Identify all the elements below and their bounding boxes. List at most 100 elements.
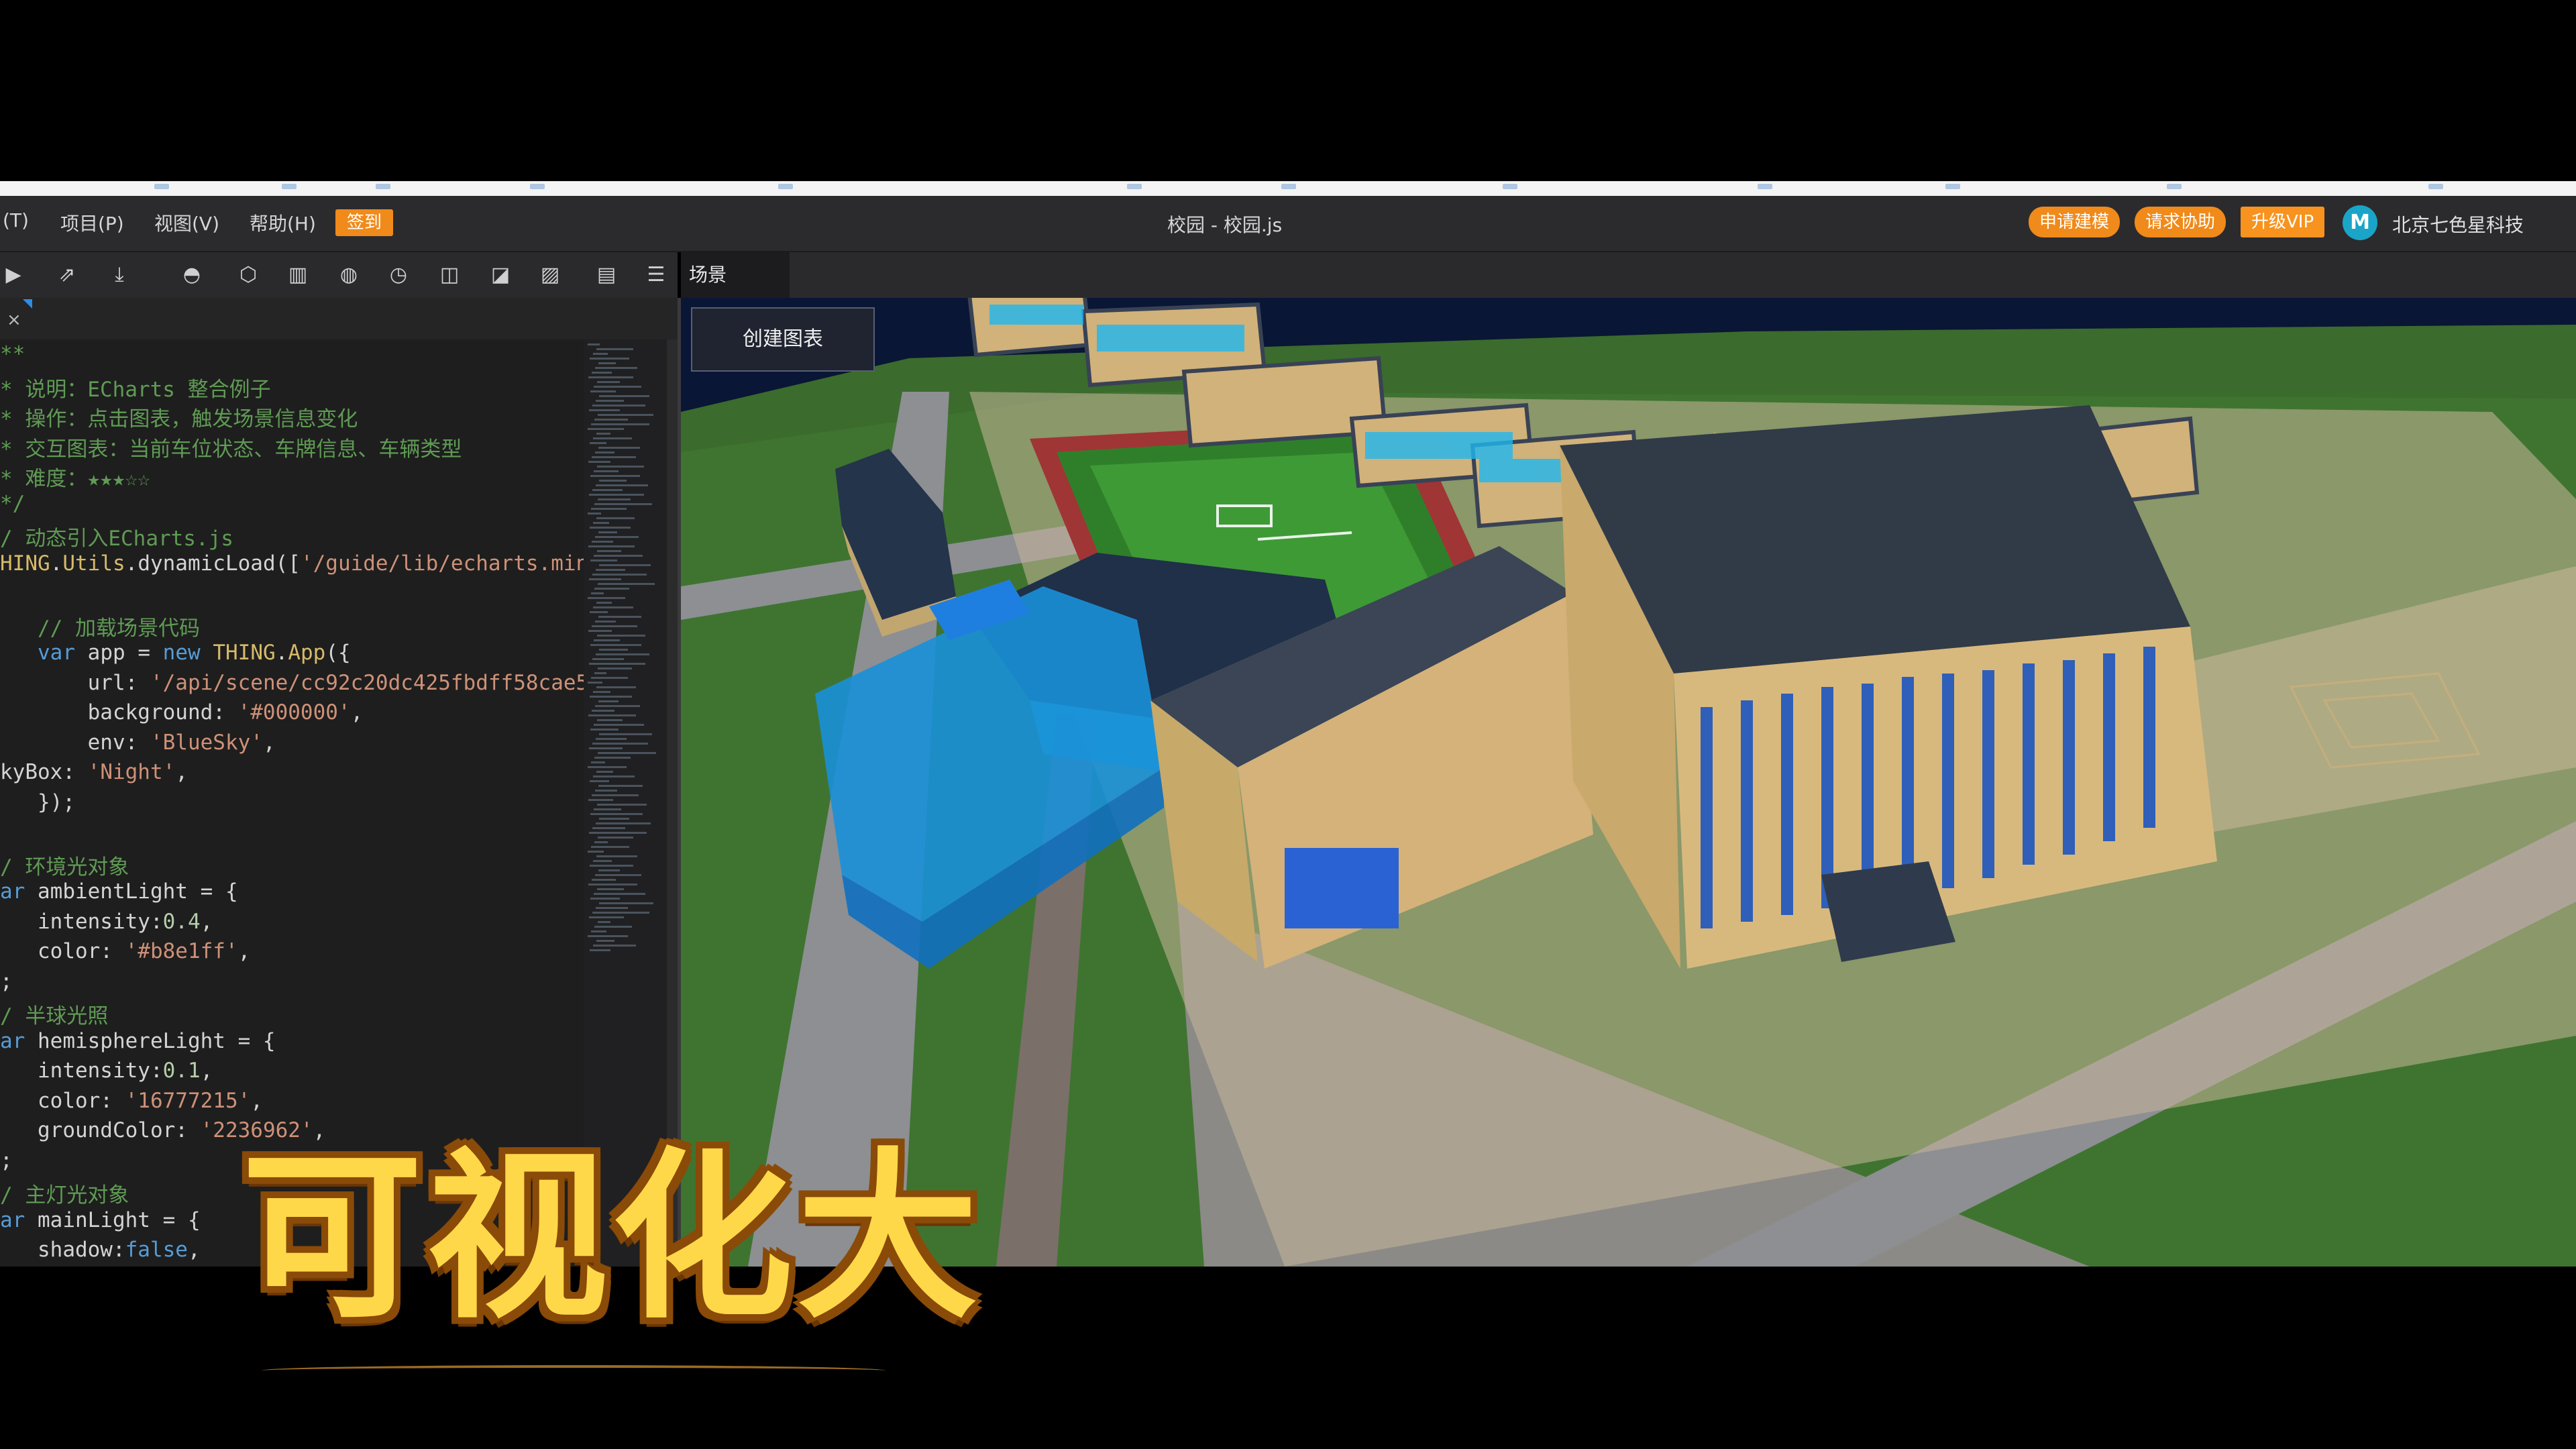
code-token: 0.4 — [162, 909, 201, 934]
minimap-line — [592, 912, 649, 914]
menu-tools[interactable]: (T) — [3, 209, 29, 231]
cube-icon[interactable]: ⬡ — [235, 262, 262, 288]
share-icon[interactable]: ⇗ — [54, 262, 80, 288]
code-token: url: — [0, 670, 150, 695]
minimap-line — [596, 907, 628, 909]
code-editor[interactable]: ** * 说明：ECharts 整合例子 * 操作：点击图表，触发场景信息变化 * 交… — [0, 339, 584, 1267]
code-minimap[interactable] — [584, 339, 667, 1267]
code-line: * 操作：点击图表，触发场景信息变化 — [0, 402, 358, 432]
code-token: , — [200, 909, 213, 934]
layout-icon[interactable]: ◫ — [436, 262, 463, 288]
code-token: , — [175, 760, 188, 784]
minimap-line — [595, 367, 637, 369]
code-line: ** — [0, 342, 25, 366]
minimap-line — [590, 729, 619, 731]
minimap-line — [596, 686, 636, 688]
code-token: / 主灯光对象 — [0, 1183, 129, 1208]
code-token: background: — [0, 700, 238, 724]
minimap-line — [591, 508, 627, 510]
scene-viewport[interactable] — [681, 298, 2576, 1267]
code-token: '/guide/lib/echarts.min — [300, 551, 584, 576]
code-token: false — [125, 1238, 188, 1262]
minimap-line — [592, 405, 645, 407]
book-icon[interactable]: ▥ — [284, 262, 311, 288]
code-token: 0.1 — [162, 1059, 201, 1083]
code-token: // 加载场景代码 — [38, 616, 200, 641]
upgrade-vip-button[interactable]: 升级VIP — [2241, 207, 2325, 237]
editor-toolbar: ▶ ⇗ ⤓ ◓ ⬡ ▥ ◍ ◷ ◫ ◪ ▨ ▤ ☰ — [0, 252, 678, 298]
minimap-line — [599, 733, 652, 735]
code-token: color: — [0, 1088, 125, 1113]
code-token: var — [38, 641, 75, 665]
close-tab-icon[interactable]: × — [7, 310, 21, 330]
code-line: background: '#000000', — [0, 700, 364, 724]
minimap-line — [589, 409, 620, 411]
document-icon[interactable]: ▤ — [593, 262, 620, 288]
minimap-line — [596, 940, 614, 942]
minimap-line — [599, 480, 627, 482]
code-line: * 难度：★★★☆☆ — [0, 462, 150, 492]
code-token: * 说明：ECharts 整合例子 — [0, 377, 271, 402]
code-token: 'Night' — [87, 760, 176, 784]
minimap-line — [592, 794, 639, 796]
minimap-line — [594, 808, 621, 810]
code-token: ar — [0, 1028, 25, 1053]
code-line: ar hemisphereLight = { — [0, 1029, 276, 1053]
minimap-line — [599, 902, 653, 904]
minimap-line — [598, 583, 655, 585]
minimap-line — [594, 926, 632, 928]
minimap-line — [590, 358, 629, 360]
code-line: var app = new THING.App({ — [0, 641, 351, 665]
run-icon[interactable]: ▶ — [0, 262, 27, 288]
code-line: shadow:false, — [0, 1238, 201, 1262]
code-token: '16777215' — [125, 1088, 251, 1113]
minimap-line — [598, 700, 619, 702]
minimap-line — [588, 799, 613, 801]
active-tab-marker — [23, 299, 32, 309]
minimap-line — [598, 414, 653, 416]
minimap-line — [594, 724, 644, 726]
hemisphere-icon[interactable]: ◓ — [178, 262, 205, 288]
window-title: 校园 - 校园.js — [1167, 214, 1283, 236]
code-token: * 操作：点击图表，触发场景信息变化 — [0, 407, 358, 431]
code-token: shadow: — [0, 1238, 125, 1262]
apply-model-button[interactable]: 申请建模 — [2029, 207, 2121, 237]
tab-scene[interactable]: 场景 — [681, 252, 790, 298]
minimap-line — [593, 522, 609, 524]
code-line: env: 'BlueSky', — [0, 731, 276, 755]
code-token: groundColor: — [0, 1118, 201, 1142]
code-token: , — [262, 730, 276, 755]
code-line: * 说明：ECharts 整合例子 — [0, 372, 271, 402]
minimap-line — [597, 466, 644, 468]
globe-icon[interactable]: ◍ — [335, 262, 362, 288]
picture-icon[interactable]: ▨ — [537, 262, 564, 288]
request-help-button[interactable]: 请求协助 — [2135, 207, 2226, 237]
minimap-line — [594, 893, 645, 895]
minimap-line — [598, 498, 631, 500]
menu-project[interactable]: 项目(P) — [60, 209, 124, 236]
minimap-line — [594, 386, 641, 388]
minimap-line — [591, 677, 628, 679]
minimap-line — [598, 447, 640, 449]
download-icon[interactable]: ⤓ — [106, 262, 133, 288]
sign-in-button[interactable]: 签到 — [335, 209, 393, 236]
minimap-line — [597, 550, 621, 552]
settings-list-icon[interactable]: ☰ — [643, 262, 669, 288]
create-chart-button[interactable]: 创建图表 — [691, 307, 875, 372]
minimap-line — [589, 663, 645, 665]
minimap-line — [594, 672, 606, 674]
code-token: HING — [0, 551, 50, 576]
menu-help[interactable]: 帮助(H) — [250, 209, 316, 236]
caption-swoosh — [262, 1365, 885, 1376]
minimap-line — [589, 832, 647, 834]
code-token: , — [250, 1088, 263, 1113]
editor-scrollbar[interactable] — [667, 339, 678, 1267]
minimap-line — [588, 428, 624, 430]
clock-icon[interactable]: ◷ — [385, 262, 412, 288]
code-line: ; — [0, 969, 13, 994]
video-caption: 可视化大 — [241, 1132, 982, 1343]
menu-view[interactable]: 视图(V) — [154, 209, 219, 236]
image-icon[interactable]: ◪ — [487, 262, 514, 288]
minimap-line — [595, 451, 614, 453]
minimap-line — [593, 437, 632, 439]
